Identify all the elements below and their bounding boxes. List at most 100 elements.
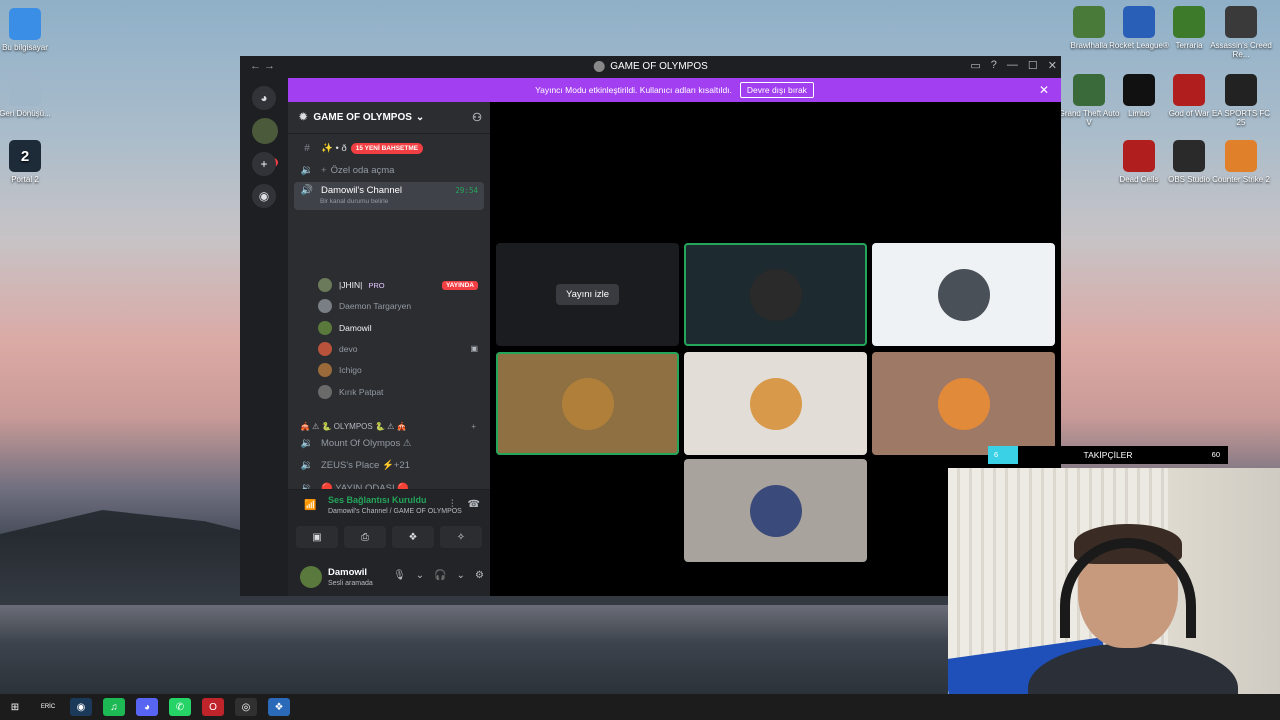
category-name: 🎪 ⚠ 🐍 OLYMPOS 🐍 ⚠ 🎪 bbox=[300, 421, 407, 431]
avatar bbox=[318, 278, 332, 292]
channel-top[interactable]: # ✨ • ð 15 YENİ BAHSETME bbox=[294, 138, 484, 158]
voice-connection-panel: 📶 Ses Bağlantısı Kuruldu Damowil's Chann… bbox=[288, 489, 490, 596]
avatar bbox=[749, 377, 802, 430]
voice-speaker-icon: 🔉 bbox=[300, 437, 314, 449]
server-game-of-olympos-icon[interactable] bbox=[252, 118, 278, 144]
headphones-icon[interactable]: 🎧 bbox=[434, 570, 446, 581]
voice-speaker-icon: 🔊 bbox=[300, 185, 314, 196]
help-icon[interactable]: ? bbox=[991, 59, 997, 72]
guild-name: GAME OF OLYMPOS bbox=[313, 112, 412, 123]
microphone-icon[interactable]: 🎙 bbox=[393, 570, 406, 581]
channel-create-room[interactable]: 🔉 + Özel oda açma bbox=[294, 160, 484, 180]
disconnect-icon[interactable]: ☎ bbox=[468, 499, 480, 510]
live-badge: YAYINDA bbox=[441, 280, 478, 290]
game-icon bbox=[1123, 140, 1155, 172]
stream-preview-tile[interactable]: Yayını izle bbox=[496, 243, 679, 346]
channel-status[interactable]: Bir kanal durumu belirle bbox=[320, 198, 388, 205]
my-username: Damowil bbox=[328, 567, 368, 578]
avatar bbox=[937, 377, 990, 430]
opera-icon[interactable]: O bbox=[202, 698, 224, 716]
close-window-button[interactable]: ✕ bbox=[1048, 59, 1057, 72]
avatar bbox=[318, 299, 332, 314]
obs-icon[interactable]: ◎ bbox=[235, 698, 257, 716]
voice-user-name: Daemon Targaryen bbox=[339, 301, 412, 312]
guild-header[interactable]: ✹ GAME OF OLYMPOS ⌄ ⚇ bbox=[288, 102, 490, 134]
desktop-icon[interactable]: Bu bilgisayar bbox=[0, 8, 56, 52]
voice-user[interactable]: Daemon Targaryen bbox=[318, 297, 482, 315]
minimize-button[interactable]: — bbox=[1007, 59, 1018, 72]
discord-icon[interactable]: ◕ bbox=[136, 698, 158, 716]
camera-off-button[interactable]: ▣ bbox=[296, 526, 338, 548]
desktop-game-icon[interactable]: Assassin's Creed Re... bbox=[1210, 6, 1272, 59]
share-screen-button[interactable]: ⎙ bbox=[344, 526, 386, 548]
avatar[interactable] bbox=[300, 566, 322, 588]
chevron-down-icon[interactable]: ⌄ bbox=[416, 570, 424, 581]
participant-tile[interactable] bbox=[684, 352, 867, 455]
activities-button[interactable]: ❖ bbox=[392, 526, 434, 548]
participant-tile[interactable] bbox=[496, 352, 679, 455]
voice-channel[interactable]: 🔉 Mount Of Olympos ⚠ bbox=[294, 433, 484, 453]
server-icon bbox=[593, 61, 605, 72]
followers-target: 60 bbox=[1211, 450, 1220, 459]
voice-channel-path[interactable]: Damowil's Channel / GAME OF OLYMPOS bbox=[328, 508, 462, 515]
eric-icon[interactable]: ERİC bbox=[37, 698, 59, 716]
invite-people-icon[interactable]: ⚇ bbox=[472, 111, 482, 124]
game-icon bbox=[1073, 6, 1105, 38]
participant-tile[interactable] bbox=[684, 459, 867, 562]
signal-icon[interactable]: 📶 bbox=[304, 500, 316, 511]
game-icon bbox=[1225, 140, 1257, 172]
voice-user[interactable]: Ichigo bbox=[318, 361, 482, 379]
voice-speaker-icon: 🔉 bbox=[300, 460, 314, 471]
category-olympos[interactable]: 🎪 ⚠ 🐍 OLYMPOS 🐍 ⚠ 🎪 + bbox=[300, 419, 484, 433]
add-server-icon[interactable]: + bbox=[252, 152, 276, 176]
back-forward-icons[interactable]: ← → bbox=[250, 60, 275, 72]
maximize-button[interactable]: ☐ bbox=[1028, 59, 1038, 72]
participant-tile[interactable] bbox=[872, 352, 1055, 455]
desktop-icon-label: Counter Strike 2 bbox=[1212, 175, 1270, 184]
discord-window: ← → GAME OF OLYMPOS ▭ ? — ☐ ✕ ◕ 15 + ◉ Y… bbox=[240, 56, 1061, 596]
discover-icon[interactable]: ◉ bbox=[252, 184, 276, 208]
guild-badge-icon: ✹ bbox=[299, 112, 308, 123]
chevron-down-icon: ⌄ bbox=[415, 112, 425, 123]
voice-user[interactable]: devo ▣ bbox=[318, 340, 482, 358]
windows-start-icon[interactable]: ⊞ bbox=[4, 698, 26, 716]
desktop-icon[interactable]: Geri Dönüşü... bbox=[0, 74, 56, 118]
discord-home-icon[interactable]: ◕ bbox=[252, 86, 276, 110]
new-mentions-badge[interactable]: 15 YENİ BAHSETME bbox=[350, 142, 424, 154]
active-channel-name: Damowil's Channel bbox=[321, 185, 403, 196]
participant-tile[interactable] bbox=[872, 243, 1055, 346]
channel-damowil-active[interactable]: 🔊 Damowil's Channel 29:54 Bir kanal duru… bbox=[294, 182, 484, 210]
soundboard-button[interactable]: ✧ bbox=[440, 526, 482, 548]
whatsapp-icon[interactable]: ✆ bbox=[169, 698, 191, 716]
create-channel-icon[interactable]: + bbox=[471, 422, 476, 431]
followers-count: 6 bbox=[994, 450, 999, 459]
app-icon[interactable]: ❖ bbox=[268, 698, 290, 716]
user-controls: 🎙 ⌄ 🎧 ⌄ ⚙ bbox=[393, 570, 484, 581]
watch-stream-button[interactable]: Yayını izle bbox=[555, 284, 620, 305]
participant-tile[interactable] bbox=[684, 243, 867, 346]
voice-channel[interactable]: 🔉 ZEUS's Place ⚡+21 bbox=[294, 456, 484, 476]
voice-user[interactable]: Kırık Patpat bbox=[318, 383, 482, 401]
close-banner-icon[interactable]: ✕ bbox=[1039, 83, 1049, 97]
inbox-icon[interactable]: ▭ bbox=[970, 59, 980, 72]
voice-user-name: devo bbox=[339, 343, 358, 354]
steam-icon[interactable]: ◉ bbox=[70, 698, 92, 716]
voice-user[interactable]: Damowil bbox=[318, 319, 482, 337]
followers-label: TAKİPÇİLER bbox=[1083, 450, 1133, 460]
desktop-icon[interactable]: 2 Portal 2 bbox=[0, 140, 56, 184]
gear-icon[interactable]: ⚙ bbox=[475, 570, 484, 581]
desktop-icon-label: Assassin's Creed Re... bbox=[1210, 41, 1272, 59]
desktop-game-icon[interactable]: EA SPORTS FC 25 bbox=[1210, 74, 1272, 127]
disable-streamer-mode-button[interactable]: Devre dışı bırak bbox=[739, 82, 814, 98]
noise-suppression-icon[interactable]: ⫶ bbox=[451, 499, 454, 510]
chevron-down-icon[interactable]: ⌄ bbox=[457, 570, 465, 581]
game-icon bbox=[1173, 6, 1205, 38]
spotify-icon[interactable]: ♫ bbox=[103, 698, 125, 716]
voice-user[interactable]: |JHIN| PRO YAYINDA bbox=[318, 276, 482, 294]
avatar bbox=[749, 484, 802, 537]
voice-user-name: Kırık Patpat bbox=[339, 386, 384, 397]
game-icon bbox=[1225, 74, 1257, 106]
game-icon bbox=[1073, 74, 1105, 106]
desktop-game-icon[interactable]: Counter Strike 2 bbox=[1210, 140, 1272, 184]
voice-speaker-icon: 🔉 bbox=[300, 164, 314, 176]
